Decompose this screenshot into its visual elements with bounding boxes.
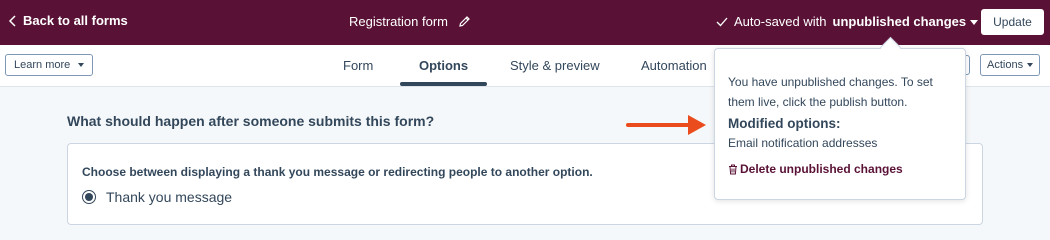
actions-label: Actions — [987, 59, 1024, 71]
delete-unpublished-changes-link[interactable]: Delete unpublished changes — [728, 162, 903, 176]
card-heading: Choose between displaying a thank you me… — [82, 165, 593, 179]
trash-icon — [729, 164, 737, 174]
back-link[interactable]: Back to all forms — [8, 13, 128, 28]
active-tab-indicator — [400, 82, 487, 86]
radio-selected-dot — [85, 193, 93, 201]
radio-button[interactable] — [82, 190, 96, 204]
radio-thank-you-message[interactable]: Thank you message — [82, 189, 232, 205]
checkmark-icon — [716, 17, 728, 26]
actions-dropdown[interactable]: Actions — [980, 54, 1041, 76]
pencil-icon[interactable] — [458, 15, 471, 28]
tab-options[interactable]: Options — [419, 58, 468, 73]
delete-label: Delete unpublished changes — [740, 162, 903, 176]
modified-option-item: Email notification addresses — [728, 136, 878, 150]
popover-heading: Modified options: — [728, 116, 841, 131]
autosave-prefix: Auto-saved with — [734, 14, 827, 29]
chevron-left-icon — [8, 14, 16, 27]
update-button[interactable]: Update — [981, 9, 1044, 35]
tab-form[interactable]: Form — [343, 58, 373, 73]
caret-down-icon — [1027, 63, 1034, 67]
learn-more-label: Learn more — [14, 59, 71, 71]
section-question: What should happen after someone submits… — [67, 113, 435, 129]
unpublished-changes-popover: You have unpublished changes. To set the… — [714, 48, 966, 200]
back-link-label: Back to all forms — [23, 13, 128, 28]
arrow-right-icon — [626, 115, 706, 135]
unpublished-changes-label: unpublished changes — [832, 14, 967, 29]
caret-down-icon — [970, 20, 979, 26]
learn-more-dropdown[interactable]: Learn more — [5, 54, 94, 76]
tab-style-preview[interactable]: Style & preview — [510, 58, 600, 73]
radio-label: Thank you message — [106, 189, 233, 205]
popover-message: You have unpublished changes. To set the… — [728, 75, 933, 109]
tab-automation[interactable]: Automation — [641, 58, 707, 73]
form-title: Registration form — [349, 14, 471, 29]
form-title-text: Registration form — [349, 14, 448, 29]
caret-down-icon — [78, 63, 85, 67]
autosave-status: Auto-saved with unpublished changes — [716, 14, 979, 29]
unpublished-changes-dropdown[interactable]: unpublished changes — [833, 14, 979, 29]
